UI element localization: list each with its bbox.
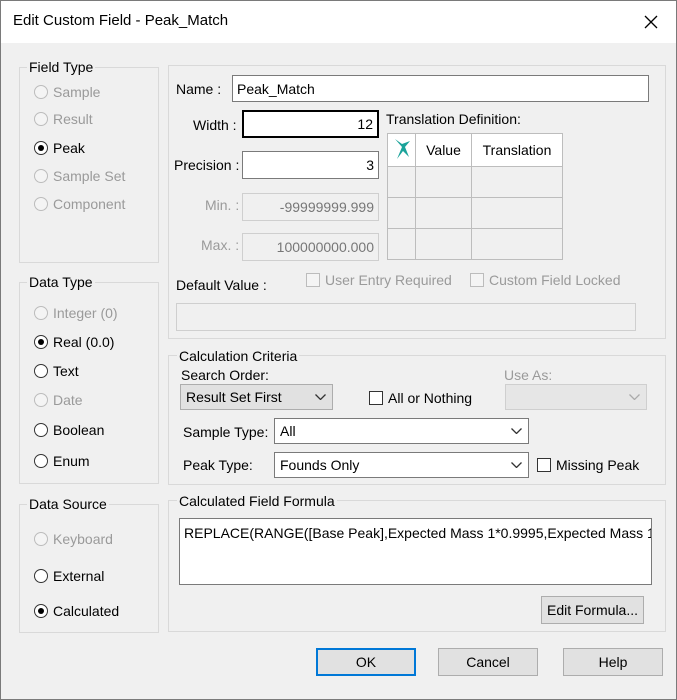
max-field[interactable]: 100000000.000 [242,233,379,261]
help-button[interactable]: Help [563,648,663,676]
table-row[interactable] [387,166,563,198]
radio-data-source-keyboard[interactable]: Keyboard [34,531,113,547]
radio-data-type-enum[interactable]: Enum [34,453,90,469]
all-or-nothing-checkbox[interactable]: All or Nothing [369,390,472,406]
radio-data-type-boolean[interactable]: Boolean [34,422,104,438]
close-button[interactable] [634,5,668,39]
use-as-label: Use As: [504,367,553,383]
radio-field-type-peak[interactable]: Peak [34,140,85,156]
radio-field-type-sample[interactable]: Sample [34,84,100,100]
default-value-field[interactable] [176,303,636,331]
sample-type-select[interactable]: All [274,418,529,444]
field-type-title: Field Type [27,59,96,75]
translation-table[interactable]: Value Translation [387,133,563,260]
radio-data-type-real[interactable]: Real (0.0) [34,334,114,350]
missing-peak-checkbox[interactable]: Missing Peak [537,457,639,473]
radio-data-source-external[interactable]: External [34,568,104,584]
max-label: Max. : [201,237,240,253]
user-entry-required-checkbox[interactable]: User Entry Required [306,272,452,288]
chevron-down-icon [511,428,522,434]
width-label: Width : [193,117,237,133]
radio-data-type-integer[interactable]: Integer (0) [34,305,118,321]
radio-data-type-date[interactable]: Date [34,392,83,408]
precision-field[interactable]: 3 [242,151,379,179]
title-bar: Edit Custom Field - Peak_Match [1,1,676,43]
radio-data-source-calculated[interactable]: Calculated [34,603,119,619]
calculation-criteria-title: Calculation Criteria [177,348,300,364]
radio-field-type-sample-set[interactable]: Sample Set [34,168,125,184]
search-order-label: Search Order: [181,367,269,383]
width-field[interactable]: 12 [242,110,379,138]
close-icon [644,15,658,29]
radio-data-type-text[interactable]: Text [34,363,79,379]
data-type-title: Data Type [27,274,95,290]
min-field[interactable]: -99999999.999 [242,193,379,221]
radio-field-type-component[interactable]: Component [34,196,125,212]
peak-type-select[interactable]: Founds Only [274,452,529,478]
translation-col-translation: Translation [471,133,563,167]
chevron-down-icon [511,462,522,468]
custom-field-locked-checkbox[interactable]: Custom Field Locked [470,272,621,288]
radio-field-type-result[interactable]: Result [34,111,93,127]
cancel-button[interactable]: Cancel [438,648,538,676]
name-label: Name : [176,81,222,97]
data-source-title: Data Source [27,496,109,512]
teal-arrow-icon [394,138,410,159]
edit-custom-field-dialog: Edit Custom Field - Peak_Match Field Typ… [0,0,677,700]
peak-type-label: Peak Type: [183,457,253,473]
sample-type-label: Sample Type: [183,424,269,440]
edit-formula-button[interactable]: Edit Formula... [541,596,644,624]
formula-title: Calculated Field Formula [177,493,337,509]
min-label: Min. : [205,197,240,213]
use-as-select[interactable] [505,384,647,410]
translation-col-value: Value [415,133,472,167]
default-value-label: Default Value : [176,277,267,293]
chevron-down-icon [629,394,640,400]
precision-label: Precision : [174,157,240,173]
translation-definition-label: Translation Definition: [386,111,521,127]
table-row[interactable] [387,228,563,260]
search-order-select[interactable]: Result Set First [180,384,333,410]
name-field[interactable]: Peak_Match [232,75,649,102]
table-row[interactable] [387,197,563,229]
formula-text-field[interactable]: REPLACE(RANGE([Base Peak],Expected Mass … [179,518,652,585]
window-title: Edit Custom Field - Peak_Match [13,12,229,29]
ok-button[interactable]: OK [316,648,416,676]
chevron-down-icon [315,394,326,400]
translation-header-icon-cell [387,133,416,167]
